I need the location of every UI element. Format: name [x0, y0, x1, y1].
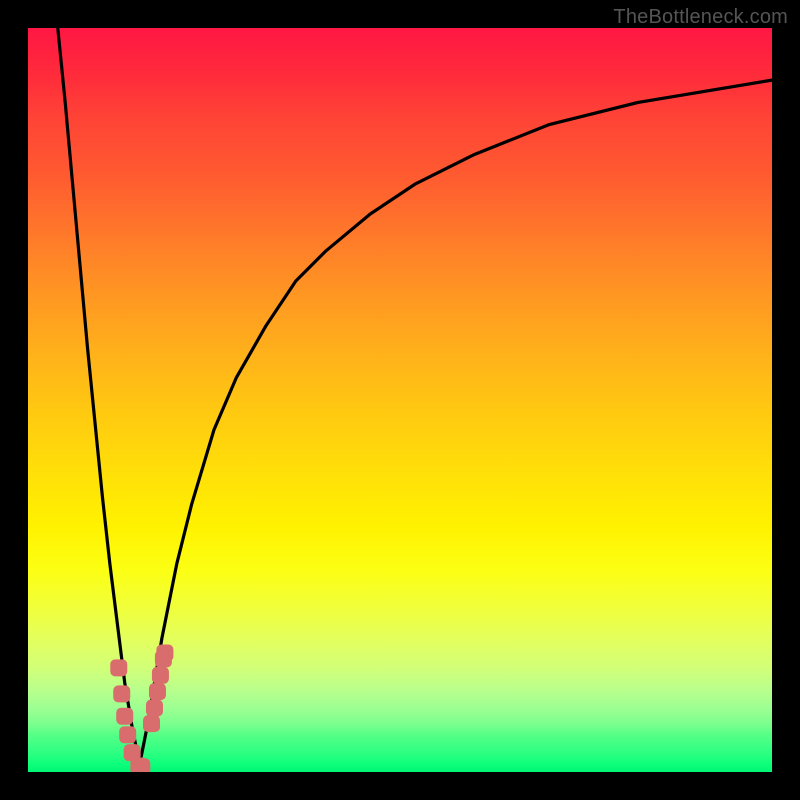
scatter-point: [156, 644, 173, 661]
scatter-point: [116, 708, 133, 725]
plot-area: [28, 28, 772, 772]
scatter-point: [146, 700, 163, 717]
attribution-text: TheBottleneck.com: [613, 6, 788, 29]
scatter-point: [113, 685, 130, 702]
curve-left-branch: [58, 28, 140, 765]
scatter-point: [149, 683, 166, 700]
scatter-point: [133, 758, 150, 772]
scatter-point: [110, 659, 127, 676]
scatter-point: [143, 715, 160, 732]
curve-layer: [28, 28, 772, 772]
chart-container: TheBottleneck.com: [0, 0, 800, 800]
scatter-point: [152, 667, 169, 684]
curve-right-branch: [140, 80, 772, 764]
scatter-point: [119, 726, 136, 743]
